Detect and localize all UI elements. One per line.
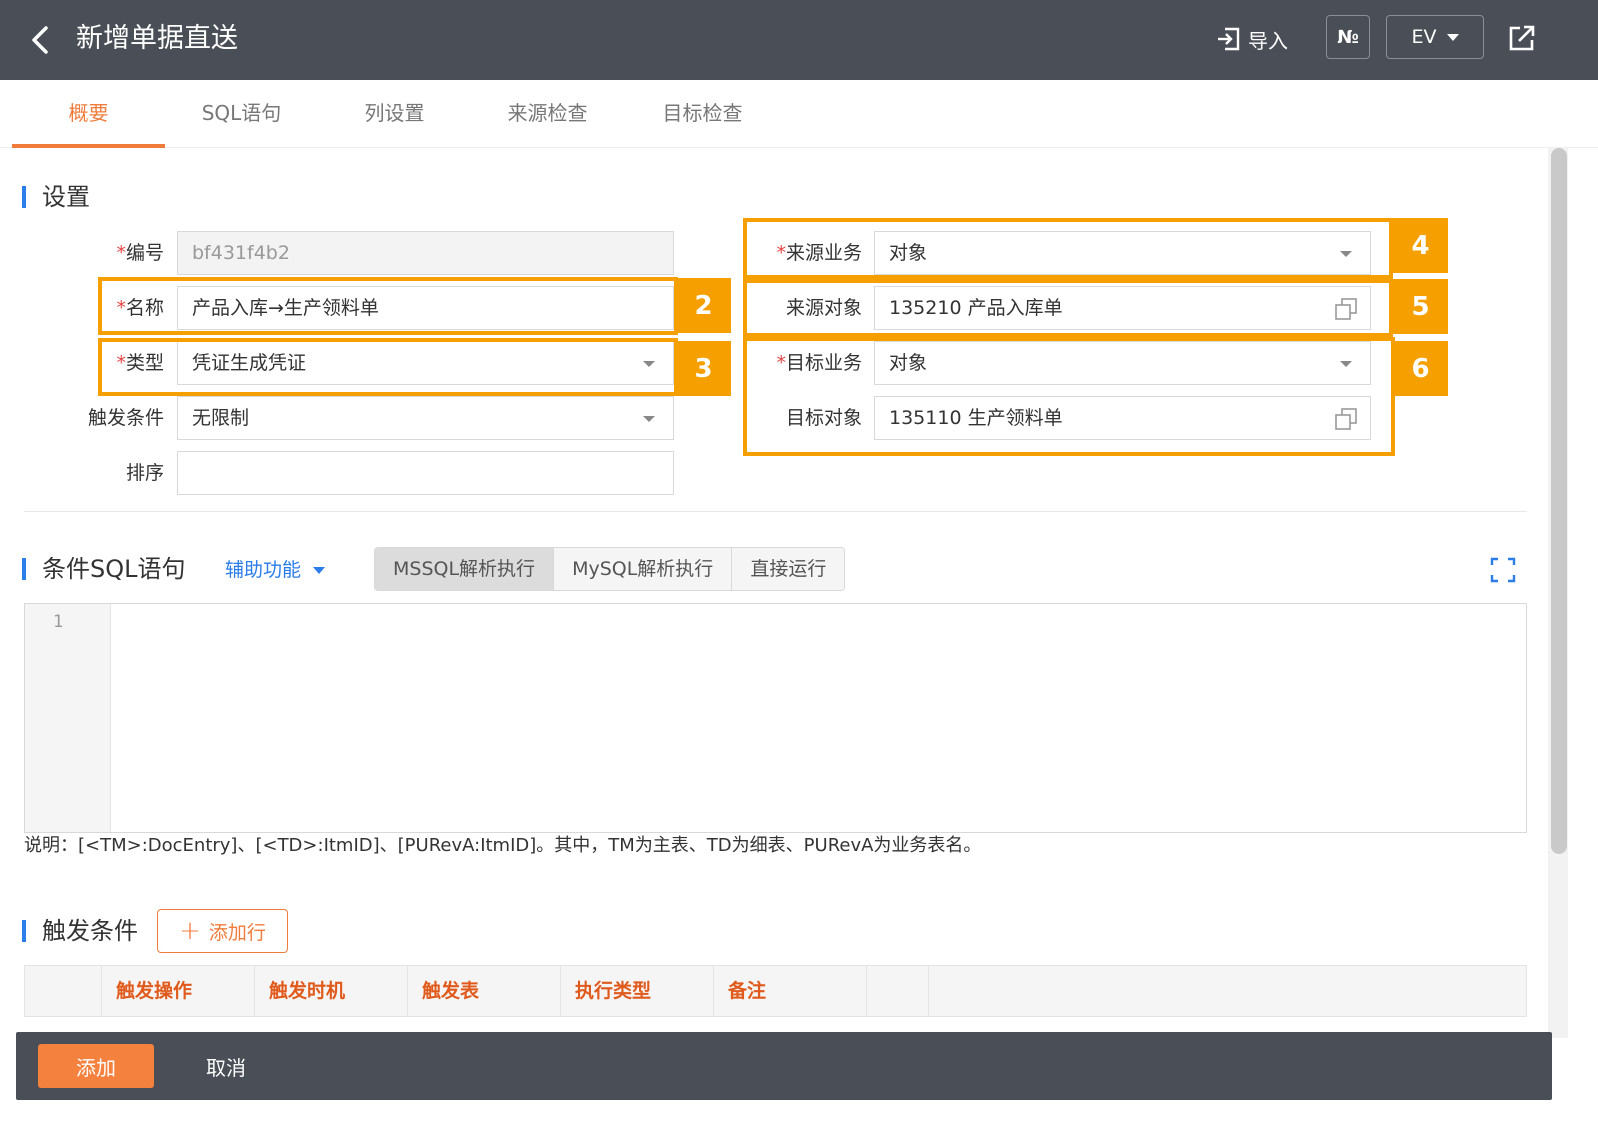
numbering-button[interactable]: № [1326, 15, 1370, 59]
trigger-select-value: 无限制 [192, 407, 250, 429]
share-external-icon[interactable] [1506, 22, 1538, 54]
callout-badge: 5 [1393, 279, 1448, 334]
assist-label: 辅助功能 [225, 559, 302, 581]
sql-help-note: 说明：[<TM>:DocEntry]、[<TD>:ItmID]、[PURevA:… [24, 835, 982, 856]
tab-sql[interactable]: SQL语句 [165, 80, 318, 148]
source-object-field[interactable]: 135210 产品入库单 [874, 286, 1371, 330]
import-icon [1218, 27, 1240, 51]
sort-label: 排序 [125, 462, 164, 484]
tab-target-check[interactable]: 目标检查 [624, 80, 781, 148]
target-object-value: 135110 生产领料单 [889, 407, 1063, 429]
assist-dropdown[interactable]: 辅助功能 [225, 555, 326, 585]
back-arrow-icon[interactable] [26, 24, 54, 56]
type-select[interactable]: 凭证生成凭证 [177, 341, 674, 385]
table-header-cell [867, 966, 929, 1016]
language-label: EV [1411, 26, 1437, 48]
direct-run-button[interactable]: 直接运行 [732, 548, 845, 590]
copy-icon[interactable] [1334, 407, 1358, 431]
callout-badge: 3 [676, 341, 731, 396]
required-mark: * [116, 297, 126, 319]
add-row-button[interactable]: + 添加行 [157, 909, 288, 953]
required-mark: * [116, 352, 126, 374]
tab-source-check[interactable]: 来源检查 [471, 80, 624, 148]
target-business-select[interactable]: 对象 [874, 341, 1371, 385]
import-label: 导入 [1248, 28, 1288, 53]
column-header-remark[interactable]: 备注 [714, 966, 867, 1016]
tab-columns[interactable]: 列设置 [318, 80, 471, 148]
target-business-value: 对象 [889, 352, 928, 374]
import-button[interactable]: 导入 [1216, 22, 1288, 56]
chevron-down-icon [1446, 33, 1459, 41]
source-business-label: *来源业务 [776, 242, 862, 264]
mssql-run-button[interactable]: MSSQL解析执行 [375, 548, 555, 590]
sort-input[interactable] [177, 451, 674, 495]
required-mark: * [776, 242, 786, 264]
type-select-value: 凭证生成凭证 [192, 352, 307, 374]
action-footer: 添加 取消 [16, 1032, 1552, 1100]
source-object-label: 来源对象 [785, 297, 862, 319]
target-object-field[interactable]: 135110 生产领料单 [874, 396, 1371, 440]
column-header-trigger-timing[interactable]: 触发时机 [255, 966, 408, 1016]
required-mark: * [116, 242, 126, 264]
type-label: *类型 [116, 352, 164, 374]
editor-gutter: 1 [25, 604, 111, 832]
source-business-select[interactable]: 对象 [874, 231, 1371, 275]
trigger-table-header: 触发操作 触发时机 触发表 执行类型 备注 [24, 965, 1527, 1017]
tab-bar: 概要 SQL语句 列设置 来源检查 目标检查 [0, 80, 1598, 148]
chevron-down-icon [1340, 361, 1352, 367]
settings-section-title: 设置 [22, 182, 90, 212]
trigger-label: 触发条件 [87, 407, 164, 429]
column-header-trigger-table[interactable]: 触发表 [408, 966, 561, 1016]
target-business-label: *目标业务 [776, 352, 862, 374]
callout-badge: 6 [1393, 341, 1448, 396]
chevron-down-icon [643, 416, 655, 422]
add-row-label: 添加行 [208, 921, 266, 944]
sql-section-title: 条件SQL语句 [22, 554, 186, 584]
scrollbar-thumb[interactable] [1551, 148, 1567, 854]
target-object-label: 目标对象 [785, 407, 862, 429]
line-number: 1 [53, 612, 64, 632]
column-header-exec-type[interactable]: 执行类型 [561, 966, 714, 1016]
sql-code-editor[interactable]: 1 [24, 603, 1527, 833]
code-label: *编号 [116, 242, 164, 264]
trigger-select[interactable]: 无限制 [177, 396, 674, 440]
name-label: *名称 [116, 297, 164, 319]
table-header-cell [25, 966, 102, 1016]
page-title: 新增单据直送 [76, 23, 238, 54]
section-divider [24, 511, 1527, 512]
chevron-down-icon [313, 566, 326, 574]
callout-badge: 4 [1393, 218, 1448, 273]
tab-overview[interactable]: 概要 [12, 80, 165, 148]
column-header-trigger-action[interactable]: 触发操作 [102, 966, 255, 1016]
app-header: 新增单据直送 导入 № EV [0, 0, 1598, 80]
required-mark: * [776, 352, 786, 374]
name-input[interactable]: 产品入库→生产领料单 [177, 286, 674, 330]
sql-run-button-group: MSSQL解析执行 MySQL解析执行 直接运行 [374, 547, 846, 591]
callout-badge: 2 [676, 278, 731, 333]
source-business-value: 对象 [889, 242, 928, 264]
chevron-down-icon [643, 361, 655, 367]
trigger-section-title: 触发条件 [22, 916, 138, 946]
code-field: bf431f4b2 [177, 231, 674, 275]
chevron-down-icon [1340, 251, 1352, 257]
mysql-run-button[interactable]: MySQL解析执行 [554, 548, 733, 590]
fullscreen-icon[interactable] [1490, 557, 1516, 583]
language-dropdown[interactable]: EV [1386, 15, 1484, 59]
copy-icon[interactable] [1334, 297, 1358, 321]
plus-icon: + [179, 916, 201, 946]
source-object-value: 135210 产品入库单 [889, 297, 1063, 319]
add-button[interactable]: 添加 [38, 1044, 154, 1088]
cancel-button[interactable]: 取消 [184, 1044, 268, 1088]
